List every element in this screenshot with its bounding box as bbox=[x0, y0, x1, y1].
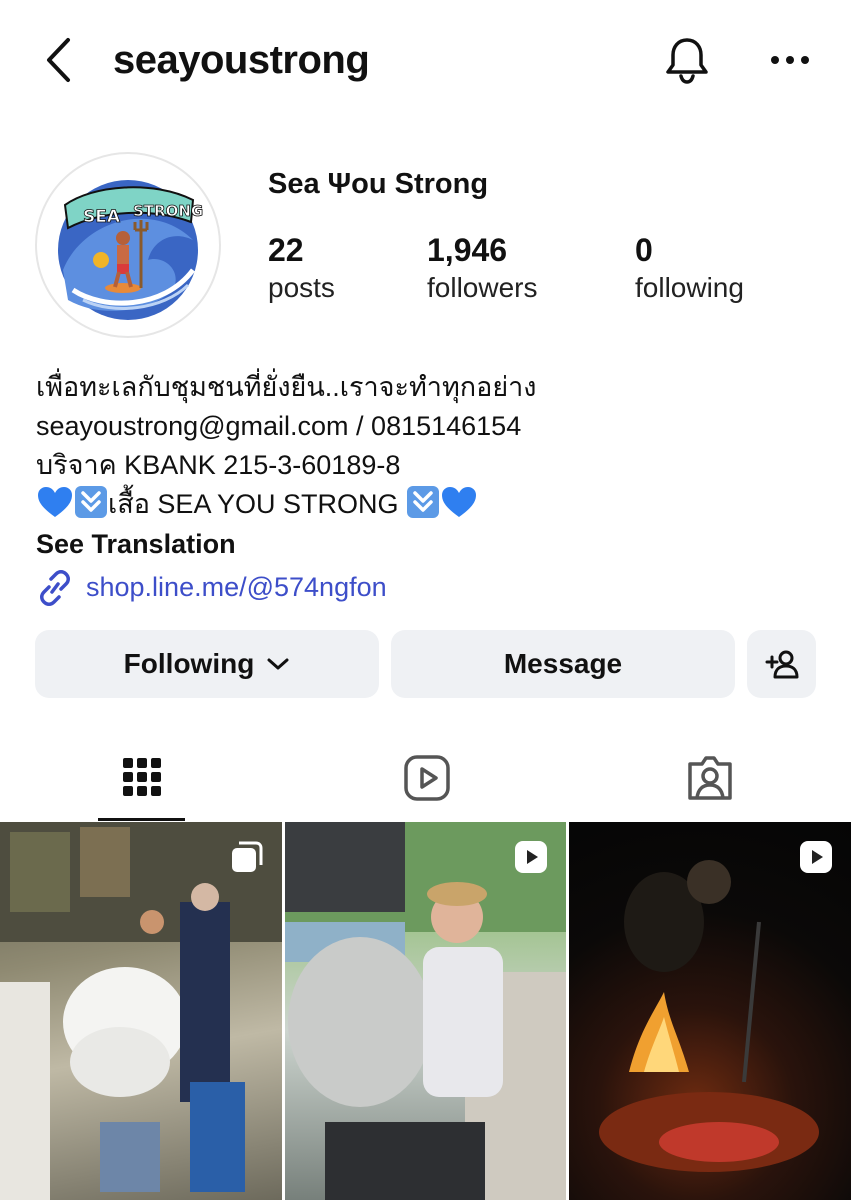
add-user-icon bbox=[765, 650, 798, 679]
posts-grid bbox=[0, 822, 851, 1200]
post-thumbnail[interactable] bbox=[569, 822, 851, 1200]
suggested-users-button[interactable] bbox=[747, 630, 816, 698]
following-count: 0 bbox=[635, 232, 653, 268]
message-button[interactable]: Message bbox=[391, 630, 735, 698]
posts-stat[interactable]: 22 posts bbox=[268, 230, 335, 306]
followers-label: followers bbox=[427, 272, 538, 303]
tagged-person-icon bbox=[687, 756, 732, 800]
posts-label: posts bbox=[268, 272, 335, 303]
more-horizontal-icon bbox=[771, 56, 809, 64]
blue-heart-icon bbox=[38, 487, 72, 517]
tab-posts-grid[interactable] bbox=[98, 735, 185, 821]
carousel-icon bbox=[232, 841, 263, 872]
post-photo-shop-bags bbox=[0, 822, 282, 1200]
reel-icon bbox=[800, 841, 832, 873]
post-thumbnail[interactable] bbox=[285, 822, 566, 1200]
profile-header: seayoustrong bbox=[0, 0, 851, 120]
following-button-label: Following bbox=[123, 648, 255, 679]
profile-avatar[interactable]: SEA STRONG bbox=[35, 152, 221, 338]
bio-line-contact: seayoustrong@gmail.com / 0815146154 bbox=[36, 411, 522, 441]
reels-icon bbox=[403, 755, 450, 801]
profile-username: seayoustrong bbox=[113, 38, 370, 82]
svg-text:SEA: SEA bbox=[83, 207, 121, 227]
message-button-label: Message bbox=[503, 648, 623, 679]
blue-heart-icon bbox=[442, 487, 476, 517]
bio-external-link[interactable]: shop.line.me/@574ngfon bbox=[36, 568, 537, 607]
tab-reels[interactable] bbox=[383, 735, 470, 821]
double-down-arrow-icon bbox=[407, 486, 439, 518]
post-photo-man-with-bag bbox=[285, 822, 566, 1200]
shirt-promo-text: เสื้อ SEA YOU STRONG bbox=[108, 489, 406, 519]
profile-bio: เพื่อทะเลกับชุมชนที่ยั่งยืน..เราจะทำทุกอ… bbox=[36, 368, 537, 607]
chevron-left-icon bbox=[47, 38, 70, 82]
link-icon bbox=[36, 569, 76, 606]
bio-line-shirt: เสื้อ SEA YOU STRONG bbox=[36, 485, 537, 524]
bio-line-tagline: เพื่อทะเลกับชุมชนที่ยั่งยืน..เราจะทำทุกอ… bbox=[36, 372, 537, 402]
svg-text:STRONG: STRONG bbox=[133, 202, 203, 220]
posts-count: 22 bbox=[268, 232, 304, 268]
notifications-button[interactable] bbox=[662, 34, 712, 86]
following-button[interactable]: Following bbox=[35, 630, 379, 698]
chevron-down-icon bbox=[266, 656, 290, 672]
followers-count: 1,946 bbox=[427, 232, 508, 268]
post-photo-campfire bbox=[599, 860, 819, 1172]
reel-icon bbox=[515, 841, 547, 873]
more-options-button[interactable] bbox=[768, 42, 812, 78]
back-button[interactable] bbox=[38, 36, 78, 84]
tab-tagged[interactable] bbox=[666, 735, 753, 821]
grid-icon bbox=[122, 757, 161, 796]
wave-surfer-logo: SEA STRONG bbox=[58, 180, 204, 320]
following-label: following bbox=[635, 272, 744, 303]
see-translation-link[interactable]: See Translation bbox=[36, 525, 537, 564]
profile-tabs bbox=[0, 735, 851, 821]
post-thumbnail[interactable] bbox=[0, 822, 282, 1200]
following-stat[interactable]: 0 following bbox=[635, 230, 744, 306]
bio-link-text: shop.line.me/@574ngfon bbox=[86, 572, 387, 602]
profile-display-name: Sea Ψou Strong bbox=[268, 168, 489, 200]
double-down-arrow-icon bbox=[75, 486, 107, 518]
followers-stat[interactable]: 1,946 followers bbox=[427, 230, 537, 306]
bell-icon bbox=[666, 38, 708, 84]
bio-line-donation: บริจาค KBANK 215-3-60189-8 bbox=[36, 450, 401, 480]
